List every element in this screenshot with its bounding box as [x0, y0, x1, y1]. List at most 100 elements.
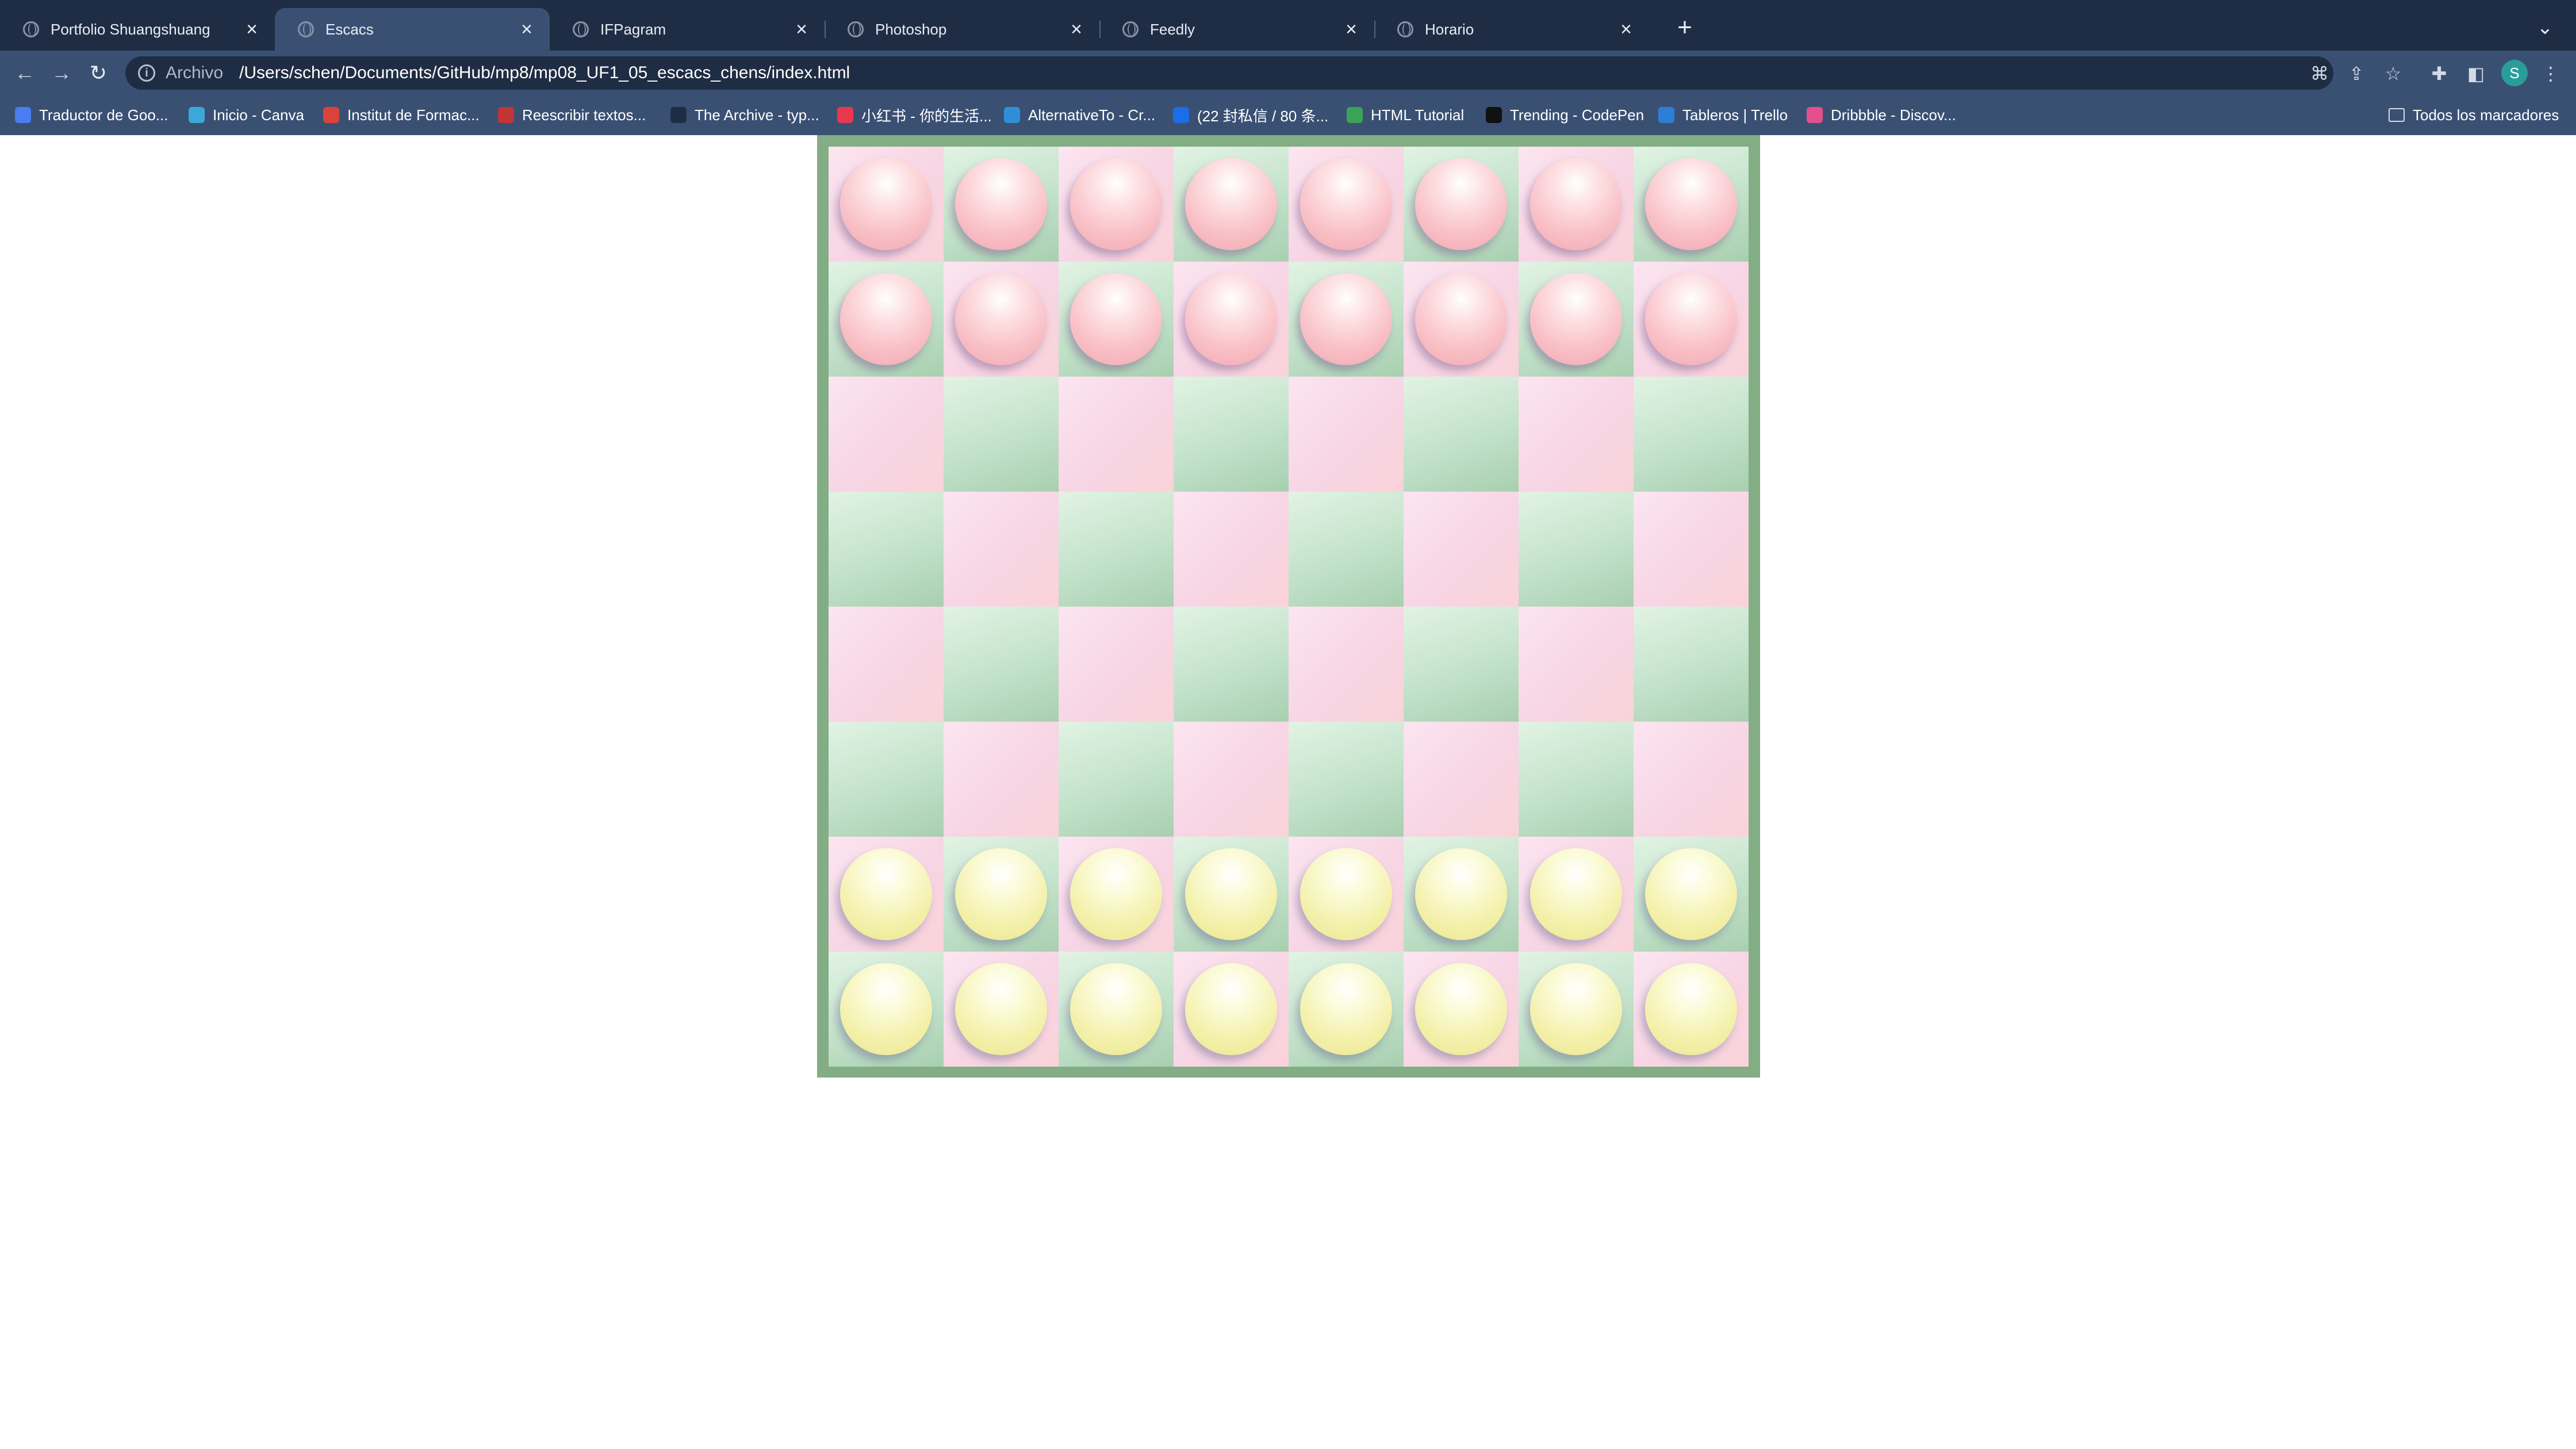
reload-icon[interactable]: ↻ — [84, 59, 113, 87]
bookmark-star-icon[interactable]: ☆ — [2380, 61, 2406, 86]
bookmark-item[interactable]: (22 封私信 / 80 条... — [1173, 103, 1328, 126]
board-square[interactable] — [1404, 262, 1519, 377]
pink-piece[interactable] — [955, 158, 1047, 250]
back-arrow-icon[interactable]: ← — [10, 59, 39, 87]
board-square[interactable] — [1519, 262, 1634, 377]
pink-piece[interactable] — [840, 273, 932, 365]
pink-piece[interactable] — [1530, 273, 1622, 365]
board-square[interactable] — [944, 952, 1059, 1067]
pink-piece[interactable] — [1300, 158, 1392, 250]
yellow-piece[interactable] — [1645, 963, 1737, 1055]
board-square[interactable] — [1634, 837, 1749, 952]
translate-icon[interactable]: ⌘ — [2307, 61, 2332, 86]
board-square[interactable] — [1289, 377, 1404, 492]
yellow-piece[interactable] — [1415, 848, 1507, 940]
yellow-piece[interactable] — [840, 848, 932, 940]
yellow-piece[interactable] — [955, 848, 1047, 940]
yellow-piece[interactable] — [1300, 848, 1392, 940]
bookmark-item[interactable]: Tableros | Trello — [1658, 103, 1788, 126]
board-square[interactable] — [944, 377, 1059, 492]
board-square[interactable] — [1634, 492, 1749, 607]
pink-piece[interactable] — [1185, 273, 1277, 365]
board-square[interactable] — [1404, 377, 1519, 492]
board-square[interactable] — [1174, 377, 1289, 492]
yellow-piece[interactable] — [955, 963, 1047, 1055]
extensions-puzzle-icon[interactable]: ✚ — [2426, 61, 2452, 86]
board-square[interactable] — [1059, 952, 1174, 1067]
board-square[interactable] — [944, 837, 1059, 952]
board-square[interactable] — [1174, 722, 1289, 837]
side-panel-icon[interactable]: ◧ — [2463, 61, 2489, 86]
board-square[interactable] — [1634, 377, 1749, 492]
yellow-piece[interactable] — [1070, 963, 1162, 1055]
bookmark-item[interactable]: Traductor de Goo... — [15, 103, 168, 126]
yellow-piece[interactable] — [1530, 848, 1622, 940]
close-icon[interactable]: × — [515, 18, 538, 41]
board-square[interactable] — [944, 722, 1059, 837]
tab-search-chevron-down-icon[interactable]: ⌄ — [2530, 13, 2560, 43]
board-square[interactable] — [1059, 262, 1174, 377]
yellow-piece[interactable] — [1070, 848, 1162, 940]
tab-horario[interactable]: Horario × — [1374, 8, 1649, 51]
close-icon[interactable]: × — [1065, 18, 1088, 41]
board-square[interactable] — [1634, 722, 1749, 837]
pink-piece[interactable] — [1070, 273, 1162, 365]
bookmark-item[interactable]: Institut de Formac... — [323, 103, 480, 126]
site-info-icon[interactable]: i — [138, 64, 155, 82]
bookmark-item[interactable]: Dribbble - Discov... — [1807, 103, 1956, 126]
board-square[interactable] — [1519, 837, 1634, 952]
board-square[interactable] — [829, 722, 944, 837]
share-icon[interactable]: ⇪ — [2344, 61, 2369, 86]
board-square[interactable] — [1634, 607, 1749, 722]
board-square[interactable] — [1519, 492, 1634, 607]
pink-piece[interactable] — [1415, 158, 1507, 250]
board-square[interactable] — [1289, 607, 1404, 722]
board-square[interactable] — [829, 377, 944, 492]
board-square[interactable] — [1634, 952, 1749, 1067]
board-square[interactable] — [829, 492, 944, 607]
board-square[interactable] — [1289, 837, 1404, 952]
yellow-piece[interactable] — [1185, 963, 1277, 1055]
yellow-piece[interactable] — [1300, 963, 1392, 1055]
board-square[interactable] — [1289, 262, 1404, 377]
board-square[interactable] — [944, 147, 1059, 262]
bookmark-item[interactable]: The Archive - typ... — [670, 103, 819, 126]
board-square[interactable] — [1519, 377, 1634, 492]
tab-feedly[interactable]: Feedly × — [1099, 8, 1374, 51]
close-icon[interactable]: × — [1340, 18, 1363, 41]
board-square[interactable] — [829, 607, 944, 722]
pink-piece[interactable] — [840, 158, 932, 250]
board-square[interactable] — [1174, 952, 1289, 1067]
all-bookmarks-button[interactable]: Todos los marcadores — [2389, 103, 2559, 126]
board-square[interactable] — [1404, 607, 1519, 722]
bookmark-item[interactable]: Reescribir textos... — [498, 103, 646, 126]
close-icon[interactable]: × — [790, 18, 813, 41]
board-square[interactable] — [1404, 722, 1519, 837]
board-square[interactable] — [1519, 607, 1634, 722]
board-square[interactable] — [1404, 147, 1519, 262]
close-icon[interactable]: × — [1615, 18, 1638, 41]
pink-piece[interactable] — [1415, 273, 1507, 365]
board-square[interactable] — [944, 262, 1059, 377]
yellow-piece[interactable] — [840, 963, 932, 1055]
board-square[interactable] — [1519, 722, 1634, 837]
tab-photoshop[interactable]: Photoshop × — [825, 8, 1099, 51]
yellow-piece[interactable] — [1530, 963, 1622, 1055]
board-square[interactable] — [1289, 722, 1404, 837]
pink-piece[interactable] — [1300, 273, 1392, 365]
board-square[interactable] — [1059, 492, 1174, 607]
board-square[interactable] — [1519, 952, 1634, 1067]
tab-escacs[interactable]: Escacs × — [275, 8, 550, 51]
pink-piece[interactable] — [1645, 158, 1737, 250]
board-square[interactable] — [829, 147, 944, 262]
bookmark-item[interactable]: 小红书 - 你的生活... — [837, 103, 992, 126]
board-square[interactable] — [1634, 147, 1749, 262]
board-square[interactable] — [1404, 837, 1519, 952]
pink-piece[interactable] — [1645, 273, 1737, 365]
board-square[interactable] — [829, 262, 944, 377]
board-square[interactable] — [1059, 722, 1174, 837]
board-square[interactable] — [1404, 952, 1519, 1067]
yellow-piece[interactable] — [1415, 963, 1507, 1055]
pink-piece[interactable] — [1185, 158, 1277, 250]
pink-piece[interactable] — [955, 273, 1047, 365]
